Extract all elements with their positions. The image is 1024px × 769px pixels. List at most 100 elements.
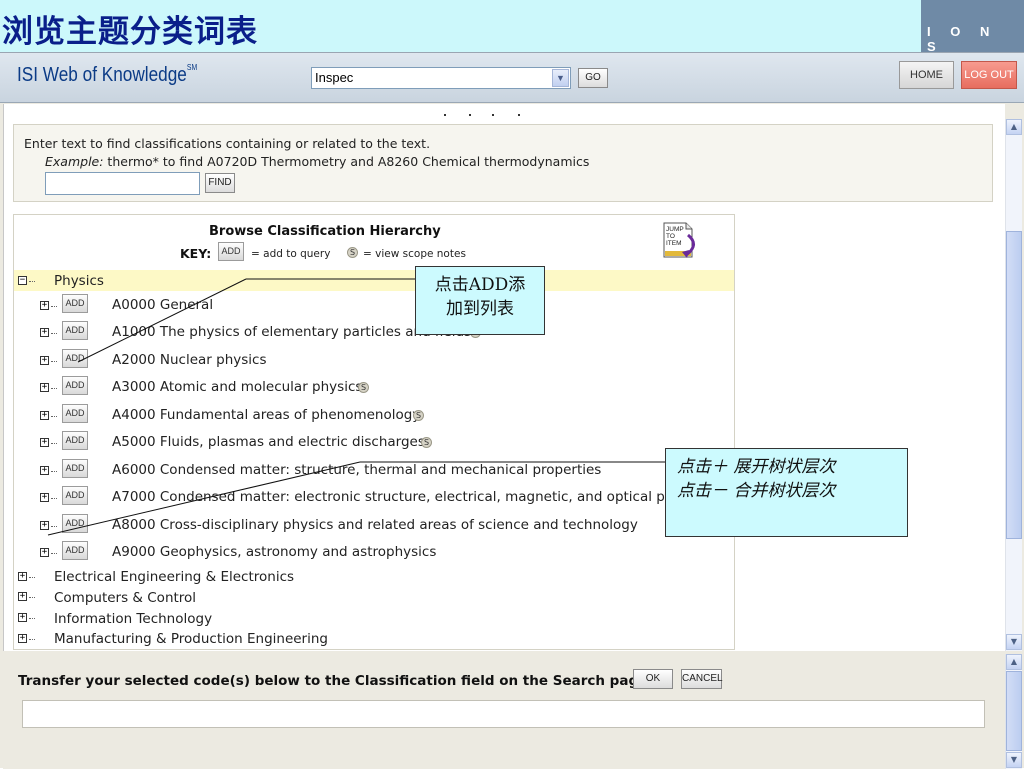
scope-note-A4000-icon[interactable]: S <box>413 410 424 421</box>
scroll-thumb[interactable] <box>1006 671 1022 751</box>
browse-title: Browse Classification Hierarchy <box>209 224 441 239</box>
collapse-physics-toggle[interactable]: − <box>18 276 27 285</box>
key-label: KEY: <box>180 246 212 261</box>
tree-connector <box>51 471 57 472</box>
add-A8000-button[interactable]: ADD <box>62 514 88 533</box>
tree-item-A4000[interactable]: A4000 Fundamental areas of phenomenology <box>112 407 420 423</box>
expand-A0000-toggle[interactable]: + <box>40 301 49 310</box>
tree-connector <box>51 361 57 362</box>
transfer-panel: Transfer your selected code(s) below to … <box>3 651 1005 769</box>
home-button[interactable]: HOME <box>899 61 954 89</box>
selected-codes-field[interactable] <box>22 700 985 728</box>
expand-A5000-toggle[interactable]: + <box>40 438 49 447</box>
expand-A7000-toggle[interactable]: + <box>40 493 49 502</box>
expand-A9000-toggle[interactable]: + <box>40 548 49 557</box>
add-hint-line1: 点击ADD添 <box>434 275 526 295</box>
jump-to-item-icon[interactable]: JUMP TO ITEM <box>662 221 700 261</box>
find-input[interactable] <box>45 172 200 195</box>
key-add-sample: ADD <box>218 242 244 261</box>
expand-A3000-toggle[interactable]: + <box>40 383 49 392</box>
add-A2000-button[interactable]: ADD <box>62 349 88 368</box>
scroll-thumb[interactable] <box>1006 231 1022 539</box>
tree-connector <box>51 526 57 527</box>
tree-connector <box>51 306 57 307</box>
expand-electrical-toggle[interactable]: + <box>18 572 27 581</box>
tree-item-A9000[interactable]: A9000 Geophysics, astronomy and astrophy… <box>112 544 436 560</box>
add-A5000-button[interactable]: ADD <box>62 431 88 450</box>
tree-item-A7000[interactable]: A7000 Condensed matter: electronic struc… <box>112 489 725 505</box>
tree-item-computers[interactable]: Computers & Control <box>54 590 196 606</box>
svg-text:JUMP: JUMP <box>666 226 684 233</box>
slide-title-bar: 浏览主题分类词表 I O N S <box>0 0 1024 54</box>
scope-note-A5000-icon[interactable]: S <box>421 437 432 448</box>
scroll-up-button[interactable]: ▲ <box>1006 654 1022 670</box>
tree-connector <box>29 577 35 578</box>
scope-note-A3000-icon[interactable]: S <box>358 382 369 393</box>
expand-A2000-toggle[interactable]: + <box>40 356 49 365</box>
add-A9000-button[interactable]: ADD <box>62 541 88 560</box>
isi-logo[interactable]: ISI Web of KnowledgeSM <box>17 63 197 87</box>
add-A7000-button[interactable]: ADD <box>62 486 88 505</box>
key-scope-text: = view scope notes <box>363 248 466 260</box>
tree-item-A8000[interactable]: A8000 Cross-disciplinary physics and rel… <box>112 517 638 533</box>
tree-connector <box>51 498 57 499</box>
expand-A8000-toggle[interactable]: + <box>40 521 49 530</box>
tree-item-manufacturing[interactable]: Manufacturing & Production Engineering <box>54 631 328 647</box>
slide-title: 浏览主题分类词表 <box>2 14 258 50</box>
content-area: Enter text to find classifications conta… <box>3 104 1005 651</box>
chevron-down-icon[interactable]: ▼ <box>552 69 569 87</box>
expand-A4000-toggle[interactable]: + <box>40 411 49 420</box>
tree-item-physics[interactable]: Physics <box>54 273 104 289</box>
expand-manufacturing-toggle[interactable]: + <box>18 634 27 643</box>
database-select[interactable]: Inspec ▼ <box>311 67 571 89</box>
scope-note-icon: S <box>347 247 358 258</box>
find-button[interactable]: FIND <box>205 173 235 193</box>
transfer-scrollbar[interactable]: ▲ ▼ <box>1005 654 1022 769</box>
tree-item-A3000[interactable]: A3000 Atomic and molecular physics <box>112 379 362 395</box>
browser-frame: ISI Web of KnowledgeSM Inspec ▼ GO HOME … <box>0 52 1024 769</box>
tree-connector <box>51 443 57 444</box>
expand-computers-toggle[interactable]: + <box>18 592 27 601</box>
corner-banner-text: I O N S <box>927 24 998 54</box>
expand-A1000-toggle[interactable]: + <box>40 328 49 337</box>
logout-button[interactable]: LOG OUT <box>961 61 1017 89</box>
add-hint-line2: 加到列表 <box>446 299 514 319</box>
add-A4000-button[interactable]: ADD <box>62 404 88 423</box>
key-add-text: = add to query <box>251 248 331 260</box>
tree-connector <box>51 333 57 334</box>
tree-connector <box>51 553 57 554</box>
tree-connector <box>51 388 57 389</box>
tree-hint-callout: 点击＋ 展开树状层次 点击－ 合并树状层次 <box>665 448 908 537</box>
tree-item-electrical[interactable]: Electrical Engineering & Electronics <box>54 569 294 585</box>
add-A3000-button[interactable]: ADD <box>62 376 88 395</box>
find-example-text: thermo* to find A0720D Thermometry and A… <box>103 154 590 169</box>
scroll-down-button[interactable]: ▼ <box>1006 634 1022 650</box>
tree-connector <box>29 639 35 640</box>
tree-hint-line1: 点击＋ 展开树状层次 <box>677 457 836 477</box>
find-example: Example: thermo* to find A0720D Thermome… <box>45 154 589 169</box>
cancel-button[interactable]: CANCEL <box>681 669 723 689</box>
tree-item-A5000[interactable]: A5000 Fluids, plasmas and electric disch… <box>112 434 425 450</box>
ok-button[interactable]: OK <box>633 669 673 689</box>
find-instruction: Enter text to find classifications conta… <box>24 136 431 151</box>
find-panel: Enter text to find classifications conta… <box>13 124 993 202</box>
transfer-instruction: Transfer your selected code(s) below to … <box>18 673 653 689</box>
add-A1000-button[interactable]: ADD <box>62 321 88 340</box>
tree-item-it[interactable]: Information Technology <box>54 611 212 627</box>
add-hint-callout: 点击ADD添 加到列表 <box>415 266 545 335</box>
isi-header: ISI Web of KnowledgeSM Inspec ▼ GO HOME … <box>0 53 1024 103</box>
isi-logo-text: ISI Web of Knowledge <box>17 64 187 86</box>
expand-it-toggle[interactable]: + <box>18 613 27 622</box>
scroll-up-button[interactable]: ▲ <box>1006 119 1022 135</box>
go-button[interactable]: GO <box>578 68 608 88</box>
tree-item-A0000[interactable]: A0000 General <box>112 297 213 313</box>
add-A6000-button[interactable]: ADD <box>62 459 88 478</box>
content-scrollbar[interactable]: ▲ ▼ <box>1005 119 1022 651</box>
tree-item-A2000[interactable]: A2000 Nuclear physics <box>112 352 267 368</box>
scroll-down-button[interactable]: ▼ <box>1006 752 1022 768</box>
add-A0000-button[interactable]: ADD <box>62 294 88 313</box>
expand-A6000-toggle[interactable]: + <box>40 466 49 475</box>
tree-item-A6000[interactable]: A6000 Condensed matter: structure, therm… <box>112 462 601 478</box>
tree-connector <box>29 281 35 282</box>
tree-hint-line2: 点击－ 合并树状层次 <box>677 481 836 501</box>
